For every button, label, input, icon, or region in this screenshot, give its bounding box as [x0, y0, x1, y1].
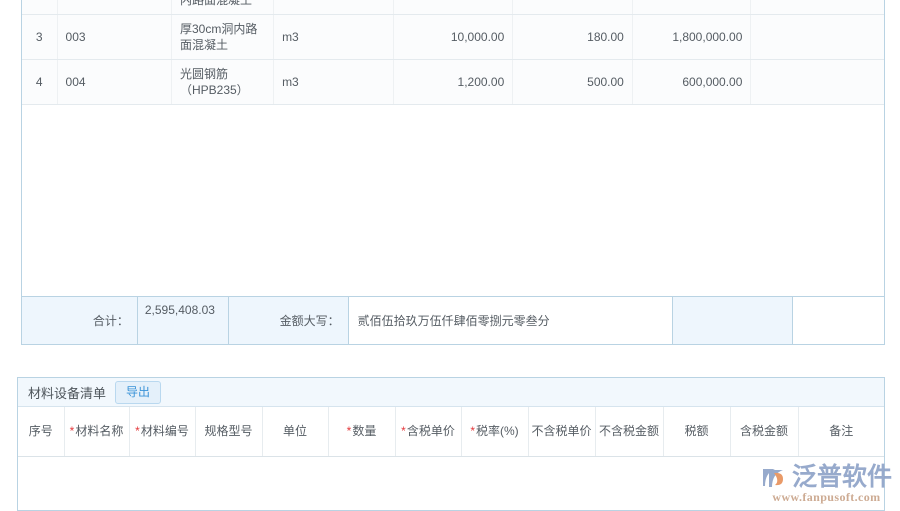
cell-extra	[750, 14, 884, 60]
material-list-empty-cell	[18, 456, 884, 500]
col-label: 材料名称	[75, 424, 124, 439]
cell-price: 180.00	[512, 14, 633, 60]
col-label: 含税金额	[739, 424, 788, 439]
detail-table-panel: 2 002 厚20cm以内洞内路面混凝土 m3 150.00 170.00 25…	[21, 0, 885, 345]
col-label: 数量	[352, 424, 377, 439]
cell-amount: 25,500.00	[632, 0, 752, 15]
col-header-spec-model[interactable]: 规格型号	[195, 407, 263, 457]
col-label: 不含税单价	[531, 424, 592, 439]
cell-seq: 2	[22, 0, 58, 15]
cell-qty: 1,200.00	[393, 59, 514, 105]
col-header-material-name[interactable]: *材料名称	[64, 407, 130, 457]
col-header-tax-amount[interactable]: 税额	[663, 407, 731, 457]
col-label: 规格型号	[204, 424, 253, 439]
required-marker-icon: *	[135, 424, 140, 439]
col-header-tax-inclusive-unit-price[interactable]: *含税单价	[395, 407, 462, 457]
col-label: 序号	[28, 424, 53, 439]
cell-price: 500.00	[512, 59, 633, 105]
cell-code: 004	[57, 59, 172, 105]
cell-extra	[750, 0, 884, 15]
cell-seq: 4	[22, 59, 58, 105]
screen: 2 002 厚20cm以内洞内路面混凝土 m3 150.00 170.00 25…	[0, 0, 900, 511]
material-list-toolbar: 材料设备清单 导出	[18, 378, 884, 407]
cell-unit: m3	[273, 0, 394, 15]
cell-amount: 600,000.00	[632, 59, 752, 105]
col-header-unit[interactable]: 单位	[262, 407, 329, 457]
detail-table: 2 002 厚20cm以内洞内路面混凝土 m3 150.00 170.00 25…	[22, 0, 884, 105]
col-label: 备注	[829, 424, 854, 439]
table-empty-area	[22, 105, 884, 297]
table-row[interactable]: 4 004 光圆钢筋（HPB235） m3 1,200.00 500.00 60…	[22, 59, 884, 105]
col-label: 材料编号	[140, 424, 189, 439]
cell-name: 厚20cm以内洞内路面混凝土	[171, 0, 275, 15]
cell-name: 厚30cm洞内路面混凝土	[171, 14, 275, 60]
summary-blank-cell-2	[793, 297, 884, 344]
col-header-tax-rate[interactable]: *税率(%)	[461, 407, 529, 457]
cell-qty: 150.00	[393, 0, 514, 15]
material-list-panel: 材料设备清单 导出 序号 *材料名称 *材料编号 规格型号 单位 *数量 *含税…	[17, 377, 885, 511]
required-marker-icon: *	[346, 424, 352, 439]
col-label: 不含税金额	[598, 424, 659, 439]
col-header-remark[interactable]: 备注	[798, 407, 884, 457]
col-label: 含税单价	[406, 424, 455, 439]
export-button[interactable]: 导出	[115, 380, 162, 404]
cell-seq: 3	[22, 14, 58, 60]
cell-unit: m3	[273, 59, 394, 105]
material-list-body	[18, 456, 884, 500]
cell-name: 光圆钢筋（HPB235）	[171, 59, 275, 105]
summary-total-label: 合计：	[22, 297, 138, 344]
required-marker-icon: *	[401, 424, 406, 439]
detail-table-body: 2 002 厚20cm以内洞内路面混凝土 m3 150.00 170.00 25…	[22, 0, 884, 105]
material-list-header-row: 序号 *材料名称 *材料编号 规格型号 单位 *数量 *含税单价 *税率(%) …	[18, 407, 884, 457]
col-label: 税率(%)	[476, 424, 519, 439]
material-list-empty-row	[18, 456, 884, 500]
col-header-material-code[interactable]: *材料编号	[129, 407, 196, 457]
cell-unit: m3	[273, 14, 394, 60]
required-marker-icon: *	[69, 424, 75, 439]
col-header-tax-exclusive-unit-price[interactable]: 不含税单价	[528, 407, 596, 457]
col-header-quantity[interactable]: *数量	[328, 407, 396, 457]
table-row[interactable]: 2 002 厚20cm以内洞内路面混凝土 m3 150.00 170.00 25…	[22, 0, 884, 15]
table-row[interactable]: 3 003 厚30cm洞内路面混凝土 m3 10,000.00 180.00 1…	[22, 14, 884, 60]
summary-words-value: 贰佰伍拾玖万伍仟肆佰零捌元零叁分	[348, 297, 674, 344]
cell-code: 003	[57, 14, 172, 60]
cell-qty: 10,000.00	[393, 14, 514, 60]
cell-amount: 1,800,000.00	[632, 14, 752, 60]
summary-total-value: 2,595,408.03	[138, 297, 229, 344]
col-header-seq[interactable]: 序号	[18, 407, 65, 457]
summary-words-label: 金额大写：	[229, 297, 349, 344]
col-header-tax-exclusive-amount[interactable]: 不含税金额	[595, 407, 664, 457]
tab-material-equipment-list[interactable]: 材料设备清单	[28, 383, 106, 402]
material-list-header: 序号 *材料名称 *材料编号 规格型号 单位 *数量 *含税单价 *税率(%) …	[18, 407, 884, 457]
summary-blank-cell-1	[673, 297, 794, 344]
col-header-tax-inclusive-amount[interactable]: 含税金额	[730, 407, 799, 457]
col-label: 税额	[684, 424, 709, 439]
material-list-table: 序号 *材料名称 *材料编号 规格型号 单位 *数量 *含税单价 *税率(%) …	[18, 407, 884, 500]
cell-price: 170.00	[512, 0, 633, 15]
summary-row: 合计： 2,595,408.03 金额大写： 贰佰伍拾玖万伍仟肆佰零捌元零叁分	[22, 297, 884, 344]
cell-code: 002	[57, 0, 172, 15]
required-marker-icon: *	[470, 424, 475, 439]
cell-extra	[750, 59, 884, 105]
col-label: 单位	[282, 424, 307, 439]
